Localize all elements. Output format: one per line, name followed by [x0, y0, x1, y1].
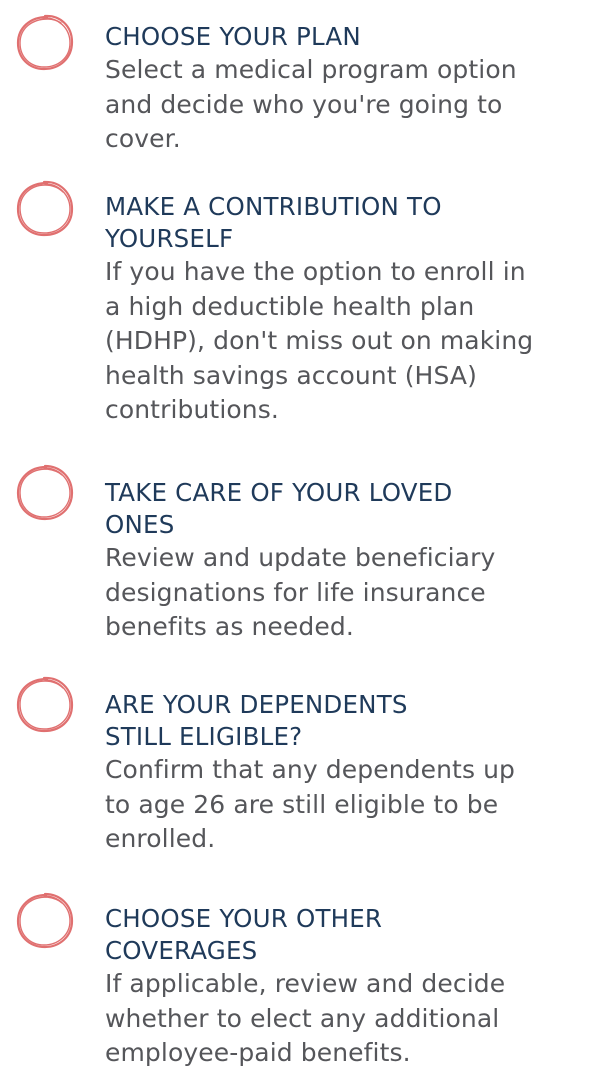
item-title: CHOOSE YOUR OTHER COVERAGES — [105, 904, 383, 965]
item-title: CHOOSE YOUR PLAN — [105, 22, 361, 51]
item-description: Review and update beneficiary designatio… — [105, 543, 496, 641]
circle-checkbox-icon[interactable] — [14, 674, 76, 736]
item-description: Confirm that any dependents up to age 26… — [105, 755, 516, 853]
circle-checkbox-icon[interactable] — [14, 462, 76, 524]
item-title: TAKE CARE OF YOUR LOVED ONES — [105, 478, 453, 539]
circle-checkbox-icon[interactable] — [14, 12, 76, 74]
item-title: MAKE A CONTRIBUTION TO YOURSELF — [105, 192, 442, 253]
item-description: If you have the option to enroll in a hi… — [105, 257, 534, 424]
circle-checkbox-icon[interactable] — [14, 890, 76, 952]
item-description: If applicable, review and decide whether… — [105, 969, 506, 1067]
item-title: ARE YOUR DEPENDENTS STILL ELIGIBLE? — [105, 690, 408, 751]
circle-checkbox-icon[interactable] — [14, 178, 76, 240]
item-description: Select a medical program option and deci… — [105, 55, 517, 153]
